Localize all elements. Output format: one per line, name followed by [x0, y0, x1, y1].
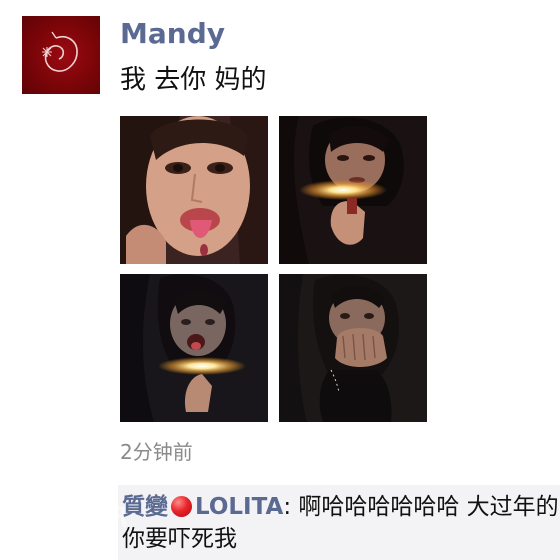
moments-post: Mandy 我 去你 妈的 2分钟前 質變 LOLITA: 啊哈哈哈哈哈哈 大过…	[0, 0, 560, 560]
avatar-symbol-icon	[42, 31, 78, 72]
comment-author-suffix[interactable]: LOLITA	[195, 494, 283, 520]
watermark: 快讯	[18, 498, 128, 534]
photo-lip-closeup-icon	[120, 116, 268, 264]
photo-girl-covering-mouth-icon	[279, 274, 427, 422]
watermark-logo-icon	[20, 500, 74, 532]
username[interactable]: Mandy	[120, 16, 225, 52]
photo-4[interactable]	[279, 274, 427, 422]
photo-2[interactable]	[279, 116, 427, 264]
photo-1[interactable]	[120, 116, 268, 264]
photo-girl-lighter-mouth-open-icon	[120, 274, 268, 422]
comment-item[interactable]: 質變 LOLITA: 啊哈哈哈哈哈哈 大过年的 你要吓死我	[122, 491, 560, 555]
watermark-text: 快讯	[82, 506, 129, 531]
comment-separator: :	[283, 494, 299, 520]
post-text: 我 去你 妈的	[120, 65, 267, 95]
photo-girl-lighter-icon	[279, 116, 427, 264]
comment-section: 質變 LOLITA: 啊哈哈哈哈哈哈 大过年的 你要吓死我	[118, 485, 560, 560]
comment-author[interactable]: 質變	[122, 494, 168, 520]
red-circle-icon	[171, 496, 192, 517]
post-timestamp: 2分钟前	[120, 440, 193, 464]
photo-3[interactable]	[120, 274, 268, 422]
user-avatar[interactable]	[22, 16, 100, 94]
